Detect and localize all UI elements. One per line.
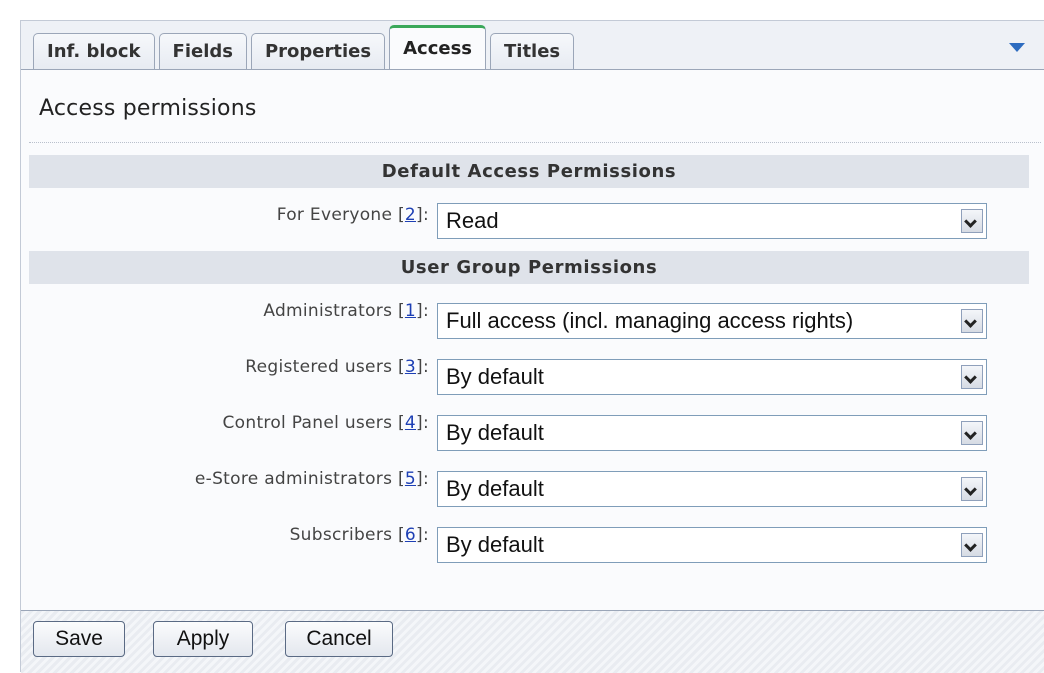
dropdown-arrow-icon[interactable] — [961, 209, 983, 233]
select-value: By default — [446, 364, 544, 389]
select-registered-users[interactable]: By default — [437, 359, 987, 395]
select-value: By default — [446, 476, 544, 501]
row-label-everyone: For Everyone [2]: — [276, 205, 429, 225]
row-label-text: Subscribers — [289, 525, 393, 545]
ref-link[interactable]: 3 — [405, 357, 416, 377]
tab-inf-block[interactable]: Inf. block — [33, 33, 155, 69]
dropdown-arrow-icon[interactable] — [961, 533, 983, 557]
select-everyone[interactable]: Read — [437, 203, 987, 239]
dropdown-arrow-icon[interactable] — [961, 309, 983, 333]
row-label-text: For Everyone — [276, 205, 393, 225]
save-button[interactable]: Save — [33, 621, 125, 657]
edit-window: Inf. block Fields Properties Access Titl… — [20, 20, 1044, 673]
select-value: Read — [446, 208, 499, 233]
ref-link[interactable]: 1 — [405, 301, 416, 321]
tab-fields[interactable]: Fields — [158, 33, 247, 69]
row-label-registered-users: Registered users [3]: — [245, 357, 429, 377]
row-label-text: Administrators — [263, 301, 393, 321]
ref-link[interactable]: 5 — [405, 469, 416, 489]
dropdown-arrow-icon[interactable] — [961, 365, 983, 389]
select-control-panel-users[interactable]: By default — [437, 415, 987, 451]
cancel-button[interactable]: Cancel — [285, 621, 393, 657]
select-estore-administrators[interactable]: By default — [437, 471, 987, 507]
tab-titles[interactable]: Titles — [490, 33, 575, 69]
section-header-default: Default Access Permissions — [29, 155, 1029, 188]
panel-title: Access permissions — [39, 96, 257, 121]
select-administrators[interactable]: Full access (incl. managing access right… — [437, 303, 987, 339]
apply-button[interactable]: Apply — [153, 621, 253, 657]
ref-link[interactable]: 4 — [405, 413, 416, 433]
row-label-text: e-Store administrators — [194, 469, 393, 489]
tab-access[interactable]: Access — [389, 25, 486, 69]
tab-properties[interactable]: Properties — [250, 33, 386, 69]
select-subscribers[interactable]: By default — [437, 527, 987, 563]
access-panel: Access permissions Default Access Permis… — [21, 69, 1044, 611]
ref-link[interactable]: 2 — [405, 205, 416, 225]
row-label-administrators: Administrators [1]: — [263, 301, 429, 321]
row-label-subscribers: Subscribers [6]: — [289, 525, 429, 545]
select-value: By default — [446, 420, 544, 445]
section-header-groups: User Group Permissions — [29, 251, 1029, 284]
select-value: By default — [446, 532, 544, 557]
row-label-estore-administrators: e-Store administrators [5]: — [194, 469, 429, 489]
dropdown-arrow-icon[interactable] — [961, 477, 983, 501]
divider — [29, 142, 1041, 143]
select-value: Full access (incl. managing access right… — [446, 308, 854, 333]
row-label-control-panel-users: Control Panel users [4]: — [222, 413, 429, 433]
button-bar: Save Apply Cancel — [21, 611, 1044, 673]
row-label-text: Control Panel users — [222, 413, 393, 433]
dropdown-arrow-icon[interactable] — [961, 421, 983, 445]
tab-bar: Inf. block Fields Properties Access Titl… — [33, 25, 578, 69]
chevron-down-icon[interactable] — [1009, 43, 1025, 52]
ref-link[interactable]: 6 — [405, 525, 416, 545]
row-label-text: Registered users — [245, 357, 393, 377]
